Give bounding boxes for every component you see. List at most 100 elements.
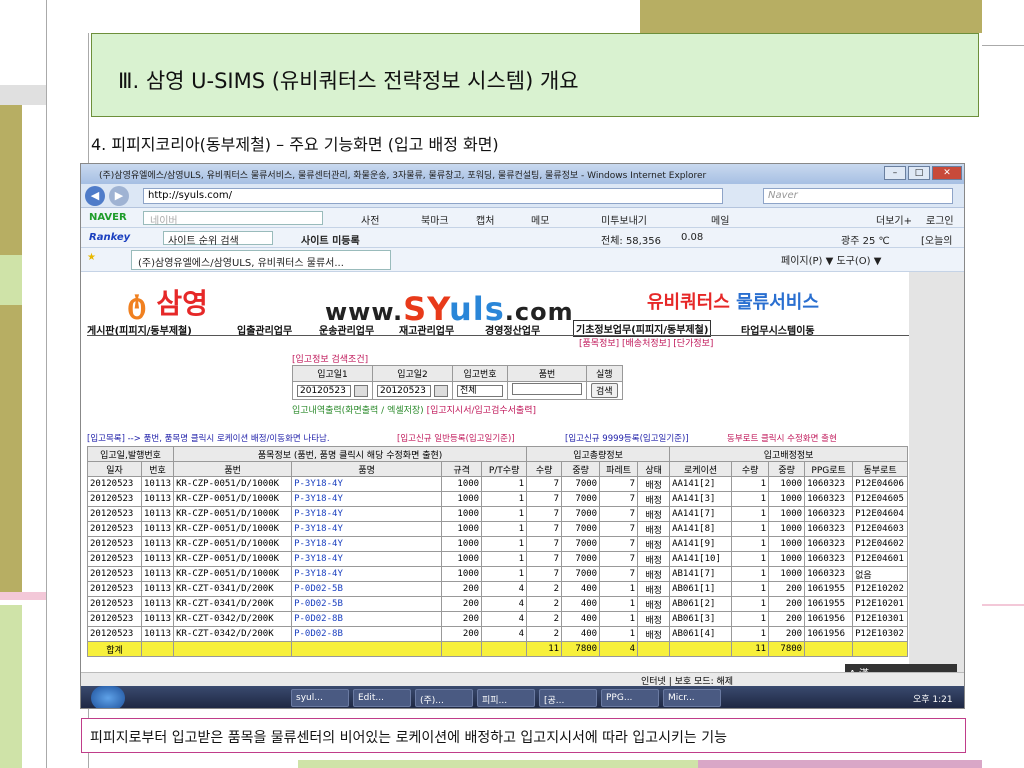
- naver-capture[interactable]: 캡처: [476, 212, 494, 227]
- table-cell[interactable]: P12E10202: [852, 581, 909, 597]
- table-cell[interactable]: P12E04604: [852, 506, 909, 522]
- search-button[interactable]: 검색: [591, 383, 618, 398]
- sum-cell: [481, 641, 528, 657]
- sub-menu[interactable]: [품목정보] [배송처정보] [단가정보]: [579, 336, 713, 349]
- table-cell[interactable]: P-0D02-5B: [291, 581, 443, 597]
- table-cell[interactable]: KR-CZP-0051/D/1000K: [173, 506, 293, 522]
- taskbar-item[interactable]: (주)...: [415, 689, 473, 707]
- table-cell: 1: [731, 566, 770, 582]
- naver-dict[interactable]: 사전: [361, 212, 379, 227]
- table-cell[interactable]: KR-CZT-0341/D/200K: [173, 581, 293, 597]
- table-cell[interactable]: P12E10201: [852, 596, 909, 612]
- today-link[interactable]: [오늘의: [921, 232, 953, 247]
- table-cell[interactable]: KR-CZP-0051/D/1000K: [173, 491, 293, 507]
- table-cell: 7: [526, 566, 563, 582]
- table-cell[interactable]: KR-CZP-0051/D/1000K: [173, 476, 293, 492]
- table-cell[interactable]: P12E10302: [852, 626, 909, 642]
- note-new-9999[interactable]: [입고신규 9999등록(입고일기준)]: [565, 432, 689, 444]
- table-cell[interactable]: KR-CZP-0051/D/1000K: [173, 536, 293, 552]
- status-bar: 인터넷 | 보호 모드: 해제: [81, 672, 964, 687]
- taskbar-item[interactable]: PPG...: [601, 689, 659, 707]
- table-cell[interactable]: P12E04601: [852, 551, 909, 567]
- table-cell[interactable]: P-3Y18-4Y: [291, 566, 443, 582]
- table-cell[interactable]: P-0D02-5B: [291, 596, 443, 612]
- table-cell[interactable]: KR-CZT-0341/D/200K: [173, 596, 293, 612]
- table-cell[interactable]: P-3Y18-4Y: [291, 476, 443, 492]
- table-row: 20120523 10113 KR-CZT-0342/D/200K P-0D02-8B…: [87, 611, 909, 627]
- table-cell[interactable]: P12E10301: [852, 611, 909, 627]
- table-cell[interactable]: P-0D02-8B: [291, 626, 443, 642]
- taskbar-item[interactable]: [공...: [539, 689, 597, 707]
- taskbar-item[interactable]: Edit...: [353, 689, 411, 707]
- table-cell[interactable]: P12E04606: [852, 476, 909, 492]
- back-icon[interactable]: ◀: [85, 186, 105, 206]
- table-cell: 배정: [637, 506, 671, 522]
- naver-memo[interactable]: 메모: [531, 212, 549, 227]
- minimize-button[interactable]: –: [884, 166, 906, 180]
- date2-input[interactable]: 20120523: [377, 384, 431, 397]
- maximize-button[interactable]: □: [908, 166, 930, 180]
- table-cell[interactable]: P12E04602: [852, 536, 909, 552]
- table-cell: 배정: [637, 476, 671, 492]
- table-cell[interactable]: KR-CZP-0051/D/1000K: [173, 521, 293, 537]
- table-cell[interactable]: P-3Y18-4Y: [291, 491, 443, 507]
- taskbar-item[interactable]: Micr...: [663, 689, 721, 707]
- table-cell[interactable]: KR-CZT-0342/D/200K: [173, 611, 293, 627]
- taskbar-item[interactable]: 피피...: [477, 689, 535, 707]
- rankey-value: 0.08: [681, 232, 704, 243]
- table-cell: 7: [599, 506, 639, 522]
- in-no-select[interactable]: 전체: [457, 384, 503, 397]
- browser-commands[interactable]: 페이지(P) ▼ 도구(O) ▼: [781, 252, 881, 267]
- calendar-icon[interactable]: [434, 384, 448, 397]
- table-cell: 1: [731, 536, 770, 552]
- output-excel-link[interactable]: 입고내역출력(화면출력 / 엑셀저장): [292, 406, 424, 416]
- table-cell[interactable]: P-3Y18-4Y: [291, 551, 443, 567]
- close-button[interactable]: ✕: [932, 166, 962, 180]
- table-cell[interactable]: KR-CZP-0051/D/1000K: [173, 551, 293, 567]
- calendar-icon[interactable]: [354, 384, 368, 397]
- note-new-general[interactable]: [입고신규 일반등록(입고일기준)]: [397, 432, 515, 444]
- table-cell: 200: [768, 596, 806, 612]
- table-cell[interactable]: KR-CZP-0051/D/1000K: [173, 566, 293, 582]
- browser-search-input[interactable]: Naver: [763, 188, 953, 204]
- table-cell: 7000: [561, 476, 601, 492]
- naver-more[interactable]: 더보기+: [876, 212, 912, 227]
- table-cell: 1: [481, 551, 528, 567]
- naver-mail[interactable]: 메일: [711, 212, 729, 227]
- taskbar-item[interactable]: syul...: [291, 689, 349, 707]
- search-label: [입고정보 검색조건]: [292, 352, 368, 365]
- naver-bookmark[interactable]: 북마크: [421, 212, 449, 227]
- table-row: 20120523 10113 KR-CZP-0051/D/1000K P-3Y18-4…: [87, 506, 909, 522]
- table-cell[interactable]: P12E04605: [852, 491, 909, 507]
- table-cell[interactable]: P12E04603: [852, 521, 909, 537]
- date1-input[interactable]: 20120523: [297, 384, 351, 397]
- table-cell: 7: [526, 506, 563, 522]
- page-scroll-area: [909, 272, 964, 672]
- naver-login[interactable]: 로그인: [926, 212, 954, 227]
- column-header: 수량: [731, 461, 770, 477]
- table-cell[interactable]: P-3Y18-4Y: [291, 521, 443, 537]
- favorites-star-icon[interactable]: ★: [87, 252, 96, 263]
- naver-search-input[interactable]: 네이버: [143, 211, 323, 227]
- rankey-register[interactable]: 사이트 미등록: [301, 232, 360, 247]
- main-menu: 게시판(피피지/동부제철) 입출관리업무 운송관리업무 재고관리업무 경영정산업…: [87, 320, 909, 337]
- browser-tab[interactable]: (주)삼영유엘에스/삼영ULS, 유비쿼터스 물류서...: [131, 250, 391, 270]
- table-cell: 200: [768, 626, 806, 642]
- start-button[interactable]: [91, 686, 125, 708]
- table-cell[interactable]: P-3Y18-4Y: [291, 536, 443, 552]
- table-cell[interactable]: P-0D02-8B: [291, 611, 443, 627]
- table-cell[interactable]: KR-CZT-0342/D/200K: [173, 626, 293, 642]
- forward-icon[interactable]: ▶: [109, 186, 129, 206]
- table-cell: 20120523: [87, 566, 142, 582]
- left-bar-olive: [0, 0, 47, 85]
- naver-me2[interactable]: 미투보내기: [601, 212, 647, 227]
- part-input[interactable]: [512, 383, 582, 395]
- table-cell: 1: [731, 491, 770, 507]
- table-cell: 20120523: [87, 626, 142, 642]
- output-print-link[interactable]: [입고지시서/입고검수서출력]: [427, 406, 536, 416]
- table-cell[interactable]: P-3Y18-4Y: [291, 506, 443, 522]
- column-header: P/T수량: [481, 461, 528, 477]
- rankey-search-input[interactable]: 사이트 순위 검색: [163, 231, 273, 247]
- url-input[interactable]: http://syuls.com/: [143, 188, 723, 204]
- table-cell[interactable]: 없음: [852, 566, 909, 582]
